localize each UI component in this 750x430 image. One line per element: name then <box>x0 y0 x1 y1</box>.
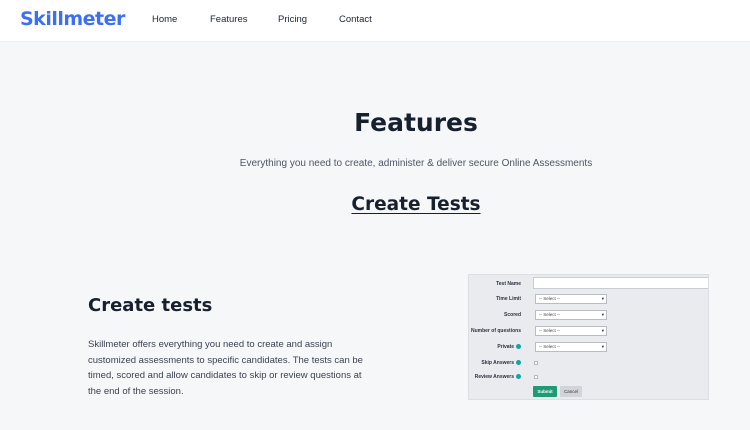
review-answers-checkbox[interactable] <box>534 375 538 379</box>
scored-select[interactable]: -- Select -- ▾ <box>535 310 607 320</box>
scored-label: Scored <box>504 312 521 318</box>
create-tests-link[interactable]: Create Tests <box>0 194 750 215</box>
help-icon[interactable] <box>516 344 521 350</box>
test-name-label: Test Name <box>496 281 521 287</box>
review-answers-label: Review Answers <box>475 374 521 380</box>
feature-title: Create tests <box>88 295 213 316</box>
test-name-input[interactable] <box>533 277 708 289</box>
chevron-down-icon: ▾ <box>601 344 604 349</box>
nav-pricing[interactable]: Pricing <box>278 14 307 25</box>
time-limit-select[interactable]: -- Select -- ▾ <box>535 294 607 304</box>
feature-description: Skillmeter offers everything you need to… <box>88 339 363 397</box>
private-select[interactable]: -- Select -- ▾ <box>535 342 607 352</box>
help-icon[interactable] <box>516 374 521 380</box>
skip-answers-checkbox[interactable] <box>534 361 538 365</box>
chevron-down-icon: ▾ <box>601 312 604 317</box>
submit-button[interactable]: Submit <box>533 386 557 397</box>
nav-home[interactable]: Home <box>152 14 177 25</box>
logo[interactable]: Skillmeter <box>20 8 125 30</box>
page-subtitle: Everything you need to create, administe… <box>239 158 593 169</box>
time-limit-label: Time Limit <box>496 296 521 302</box>
nav-features[interactable]: Features <box>210 14 248 25</box>
nav-contact[interactable]: Contact <box>339 14 372 25</box>
number-of-questions-select[interactable]: -- Select -- ▾ <box>535 326 607 336</box>
chevron-down-icon: ▾ <box>601 296 604 301</box>
number-of-questions-label: Number of questions <box>470 328 521 334</box>
top-navbar: Skillmeter Home Features Pricing Contact <box>0 0 750 42</box>
page-title: Features <box>354 108 478 137</box>
skip-answers-label: Skip Answers <box>481 360 521 366</box>
cancel-button[interactable]: Cancel <box>560 386 582 397</box>
chevron-down-icon: ▾ <box>601 328 604 333</box>
help-icon[interactable] <box>516 360 521 366</box>
private-label: Private <box>497 344 521 350</box>
create-test-form-preview: Test Name Time Limit -- Select -- ▾ Score… <box>468 274 709 400</box>
